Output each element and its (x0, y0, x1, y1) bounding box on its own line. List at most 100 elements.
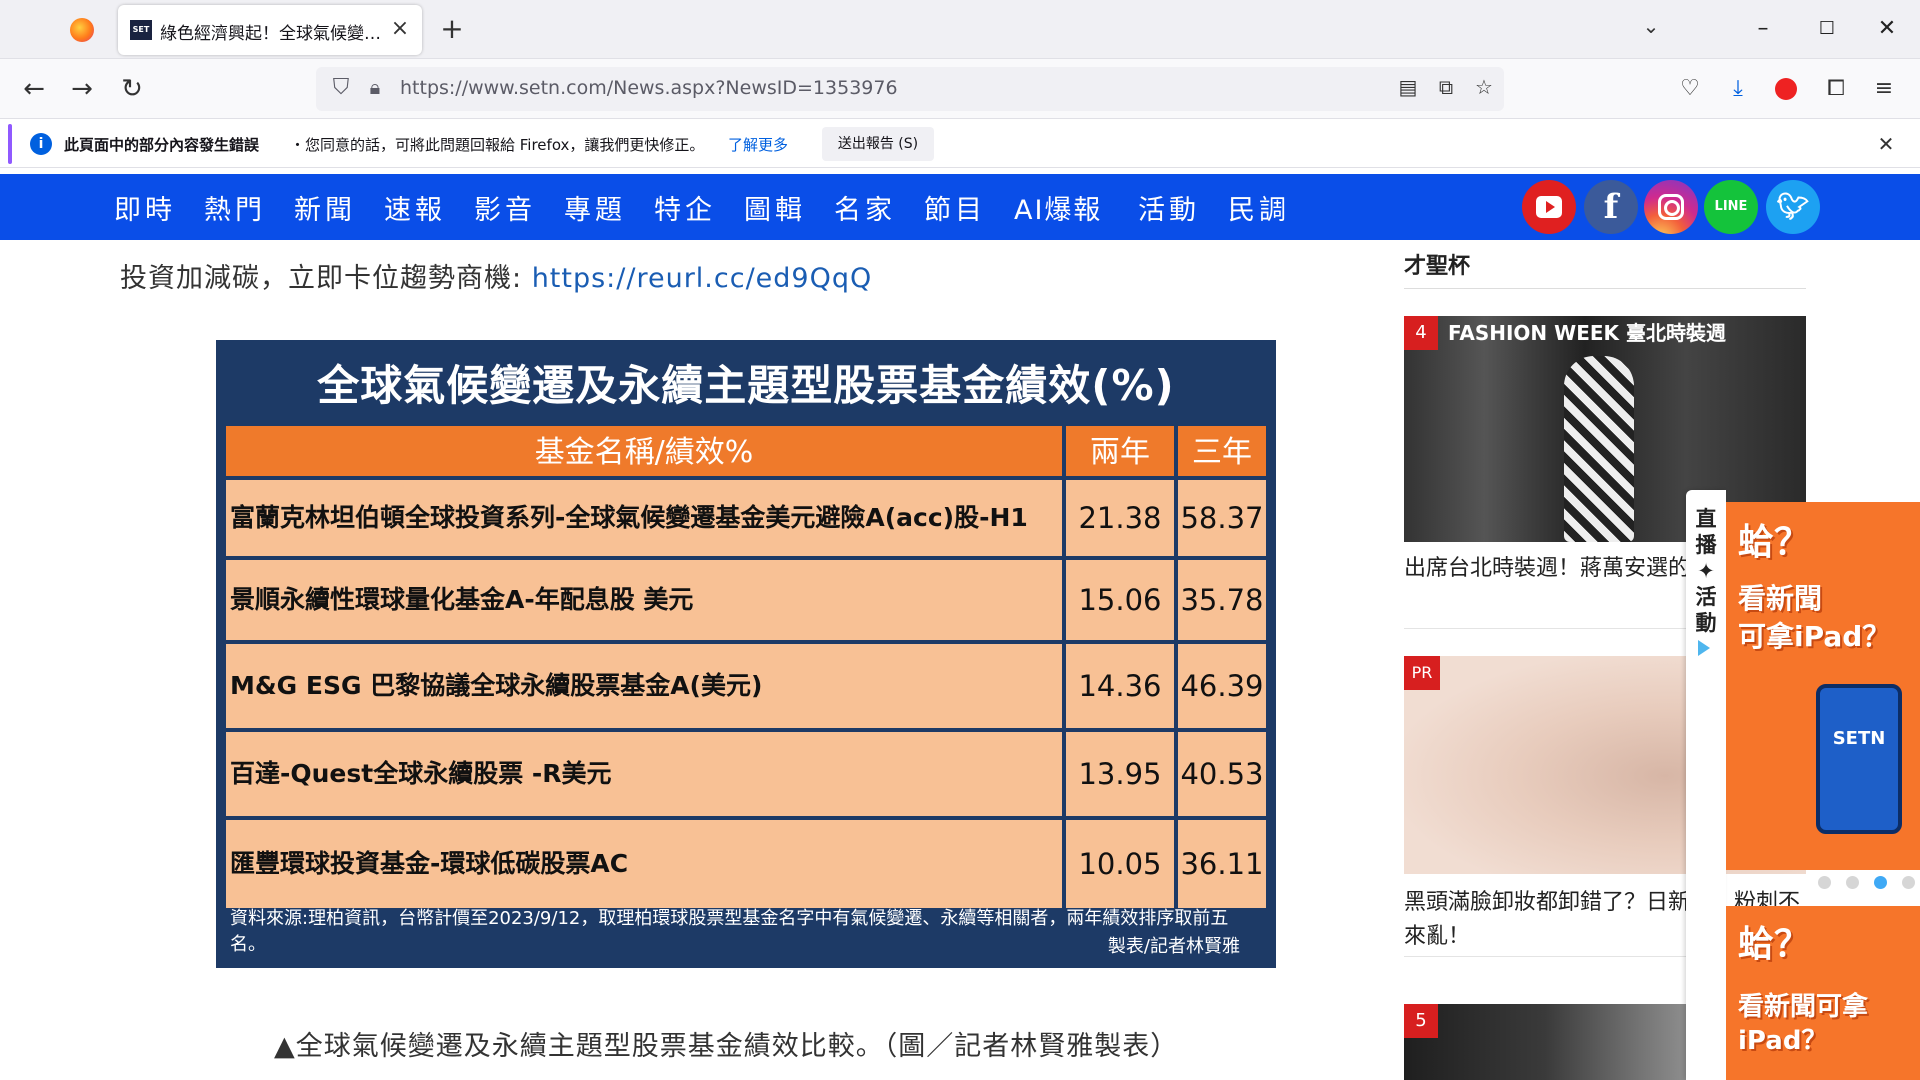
carousel-dots (1818, 876, 1918, 890)
back-button[interactable]: ← (16, 71, 52, 107)
nav-item-columnists[interactable]: 名家 (834, 188, 896, 227)
person-figure (1564, 356, 1634, 542)
promo-line3: 可拿iPad？ (1738, 620, 1891, 653)
screenshot-icon[interactable]: ⧉ (1432, 75, 1460, 103)
bookmark-star-icon[interactable]: ☆ (1470, 75, 1498, 103)
promo-banner-2[interactable]: 蛤？ 看新聞可拿 iPad？ (1726, 906, 1920, 1080)
live-events-label: 直播✦活動 (1695, 507, 1717, 635)
nav-item-video[interactable]: 影音 (474, 188, 536, 227)
nav-item-topics[interactable]: 專題 (564, 188, 626, 227)
lead-link[interactable]: https://reurl.cc/ed9QqQ (532, 263, 873, 294)
play-arrow-icon[interactable] (1698, 640, 1710, 656)
tab-active[interactable]: SET 綠色經濟興起！全球氣候變遷型 × (118, 5, 422, 55)
fund-name: M&G ESG 巴黎協議全球永續股票基金A(美元) (226, 644, 1062, 728)
promo2-line2: 看新聞可拿 (1738, 992, 1869, 1022)
download-icon[interactable]: ⤓ (1720, 71, 1756, 107)
two-year-value: 13.95 (1066, 732, 1174, 816)
notification-accent (8, 124, 12, 164)
promo2-line3: iPad？ (1738, 1026, 1828, 1056)
tab-close-icon[interactable]: × (388, 15, 412, 43)
site-nav: 即時 熱門 新聞 速報 影音 專題 特企 圖輯 名家 節目 AI爆報 活動 民調… (0, 174, 1920, 240)
carousel-dot-active[interactable] (1874, 876, 1887, 889)
url-text[interactable]: https://www.setn.com/News.aspx?NewsID=13… (400, 77, 898, 99)
instagram-icon[interactable] (1644, 180, 1698, 234)
three-year-value: 36.11 (1178, 820, 1266, 908)
live-events-tab[interactable]: 直播✦活動 (1686, 490, 1726, 1080)
extensions-puzzle-icon[interactable]: ⧠ (1818, 71, 1854, 107)
nav-item-events[interactable]: 活動 (1138, 188, 1200, 227)
minimize-button[interactable]: – (1740, 10, 1786, 48)
pr-badge: PR (1404, 656, 1440, 690)
new-tab-button[interactable]: + (436, 12, 468, 46)
phone-image: SETN (1816, 684, 1902, 834)
youtube-icon[interactable] (1522, 180, 1576, 234)
tab-title: 綠色經濟興起！全球氣候變遷型 (160, 24, 390, 44)
lock-icon[interactable]: 🔒︎ (364, 75, 386, 103)
two-year-value: 21.38 (1066, 480, 1174, 556)
send-report-button[interactable]: 送出報告 (S) (822, 127, 934, 161)
reader-view-icon[interactable]: ▤ (1394, 75, 1422, 103)
fund-name: 匯豐環球投資基金-環球低碳股票AC (226, 820, 1062, 908)
notification-text: ・您同意的話，可將此問題回報給 Firefox，讓我們更快修正。 (290, 136, 705, 154)
chevron-down-icon[interactable]: ⌄ (1636, 14, 1666, 44)
three-year-value: 40.53 (1178, 732, 1266, 816)
nav-item-hot[interactable]: 熱門 (204, 188, 266, 227)
nav-item-programs[interactable]: 節目 (924, 188, 986, 227)
setn-logo: SETN (1832, 728, 1886, 749)
close-window-button[interactable]: ✕ (1864, 10, 1910, 48)
reload-button[interactable]: ↻ (114, 71, 150, 107)
two-year-value: 15.06 (1066, 560, 1174, 640)
extension-red-icon[interactable] (1768, 71, 1804, 107)
firefox-icon[interactable] (70, 18, 94, 42)
forward-button[interactable]: → (64, 71, 100, 107)
promo2-line1: 蛤？ (1738, 924, 1811, 965)
fashion-week-text: FASHION WEEK 臺北時裝週 (1448, 321, 1726, 345)
setn-favicon-icon: SET (130, 20, 152, 40)
tab-bar: SET 綠色經濟興起！全球氣候變遷型 × + ⌄ – ☐ ✕ (0, 0, 1920, 59)
fund-name: 景順永續性環球量化基金A-年配息股 美元 (226, 560, 1062, 640)
nav-bar: ← → ↻ ⛉ 🔒︎ https://www.setn.com/News.asp… (0, 59, 1920, 119)
fund-name: 百達-Quest全球永續股票 -R美元 (226, 732, 1062, 816)
notification-bold-text: 此頁面中的部分內容發生錯誤 (64, 136, 260, 154)
nav-item-polls[interactable]: 民調 (1228, 188, 1290, 227)
carousel-dot[interactable] (1846, 876, 1859, 889)
menu-icon[interactable]: ≡ (1866, 71, 1902, 107)
three-year-value: 58.37 (1178, 480, 1266, 556)
three-year-value: 35.78 (1178, 560, 1266, 640)
promo-line1: 蛤？ (1738, 522, 1811, 563)
article-lead: 投資加減碳，立即卡位趨勢商機: https://reurl.cc/ed9QqQ (120, 256, 872, 295)
figure-caption: ▲全球氣候變遷及永續主題型股票基金績效比較。（圖／記者林賢雅製表） (274, 1031, 1179, 1062)
rank-badge: 5 (1404, 1004, 1438, 1038)
three-year-value: 46.39 (1178, 644, 1266, 728)
table-header-two-year: 兩年 (1066, 426, 1174, 476)
pocket-icon[interactable]: ♡ (1672, 71, 1708, 107)
nav-item-breaking[interactable]: 速報 (384, 188, 446, 227)
nav-item-ai-report[interactable]: AI爆報 (1014, 188, 1102, 227)
promo-banner[interactable]: 蛤？ 看新聞 可拿iPad？ SETN (1726, 502, 1920, 870)
carousel-dot[interactable] (1818, 876, 1831, 889)
learn-more-link[interactable]: 了解更多 (728, 134, 788, 155)
nav-item-gallery[interactable]: 圖輯 (744, 188, 806, 227)
twitter-icon[interactable]: 🐦︎ (1766, 180, 1820, 234)
fund-performance-figure: 全球氣候變遷及永續主題型股票基金績效(%) 基金名稱/績效% 兩年 三年 富蘭克… (216, 340, 1276, 968)
shield-icon[interactable]: ⛉ (328, 75, 354, 103)
figure-source: 資料來源:理柏資訊，台幣計價至2023/9/12，取理柏環球股票型基金名字中有氣… (230, 908, 1229, 955)
table-header-name: 基金名稱/績效% (226, 426, 1062, 476)
sidebar-top-title[interactable]: 才聖杯 (1404, 248, 1470, 280)
maximize-button[interactable]: ☐ (1804, 10, 1850, 48)
line-icon[interactable]: LINE (1704, 180, 1758, 234)
close-icon[interactable]: ✕ (1872, 130, 1900, 158)
figure-credit: 製表/記者林賢雅 (1107, 936, 1240, 957)
carousel-dot[interactable] (1902, 876, 1915, 889)
rank-badge: 4 (1404, 316, 1438, 350)
lead-text: 投資加減碳，立即卡位趨勢商機: (120, 263, 532, 294)
nav-item-instant[interactable]: 即時 (114, 188, 176, 227)
error-notification-bar: i 此頁面中的部分內容發生錯誤 ・您同意的話，可將此問題回報給 Firefox，… (0, 120, 1920, 168)
nav-item-news[interactable]: 新聞 (294, 188, 356, 227)
facebook-icon[interactable]: f (1584, 180, 1638, 234)
promo-line2: 看新聞 (1738, 582, 1823, 615)
fund-name: 富蘭克林坦伯頓全球投資系列-全球氣候變遷基金美元避險A(acc)股-H1 (226, 480, 1062, 556)
figure-title: 全球氣候變遷及永續主題型股票基金績效(%) (317, 361, 1175, 410)
nav-item-features[interactable]: 特企 (654, 188, 716, 227)
url-bar[interactable]: ⛉ 🔒︎ https://www.setn.com/News.aspx?News… (316, 67, 1504, 111)
